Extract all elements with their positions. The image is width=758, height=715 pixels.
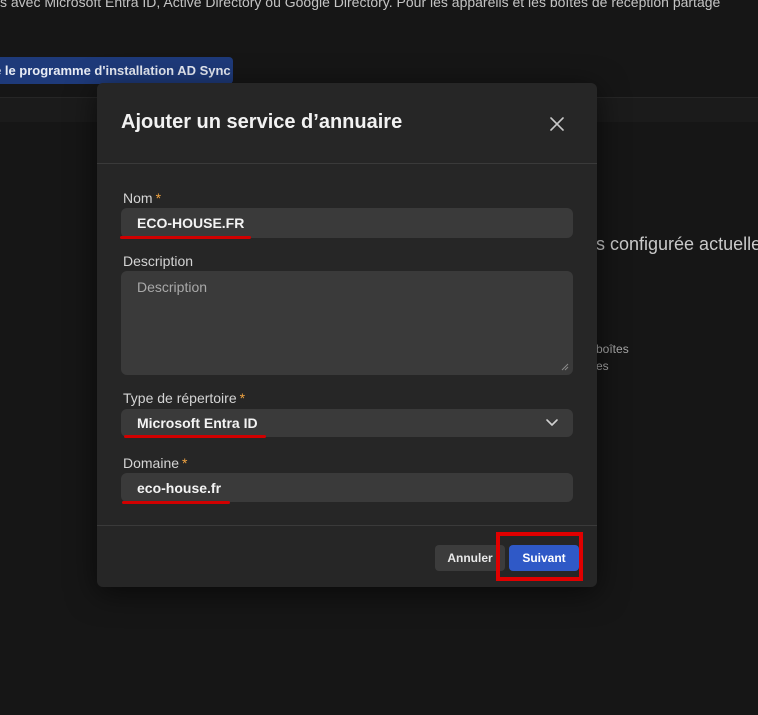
next-button[interactable]: Suivant [509,545,579,571]
domain-label: Domaine * [123,455,187,471]
dialog-title: Ajouter un service d’annuaire [121,111,403,133]
description-textarea[interactable]: Description [121,271,573,375]
directory-type-selected-value: Microsoft Entra ID [137,415,258,431]
directory-type-label-text: Type de répertoire [123,390,237,406]
chevron-down-icon [546,419,558,426]
close-button[interactable] [546,113,568,135]
description-placeholder: Description [137,279,208,295]
directory-type-label: Type de répertoire * [123,390,245,406]
dialog-footer: Annuler Suivant [97,525,597,588]
name-required-mark: * [155,190,162,206]
annotation-underline-domain [122,501,230,504]
close-icon [550,117,564,131]
cancel-button[interactable]: Annuler [435,545,505,571]
description-label: Description [123,253,194,269]
name-label-text: Nom [123,190,153,206]
add-directory-service-dialog: Ajouter un service d’annuaire Nom * ECO-H… [97,83,597,587]
domain-label-text: Domaine [123,455,180,471]
name-label: Nom * [123,190,161,206]
annotation-underline-directory-type [124,435,266,438]
domain-input-value: eco-house.fr [137,479,222,496]
domain-input[interactable]: eco-house.fr [121,473,573,502]
directory-type-select[interactable]: Microsoft Entra ID [121,409,573,437]
resize-handle-icon[interactable] [561,363,569,371]
domain-required-mark: * [182,455,188,471]
dialog-header: Ajouter un service d’annuaire [97,83,597,164]
directory-type-required-mark: * [239,390,246,406]
annotation-underline-name [120,236,251,239]
name-input-value: ECO-HOUSE.FR [137,215,245,231]
name-input[interactable]: ECO-HOUSE.FR [121,208,573,238]
